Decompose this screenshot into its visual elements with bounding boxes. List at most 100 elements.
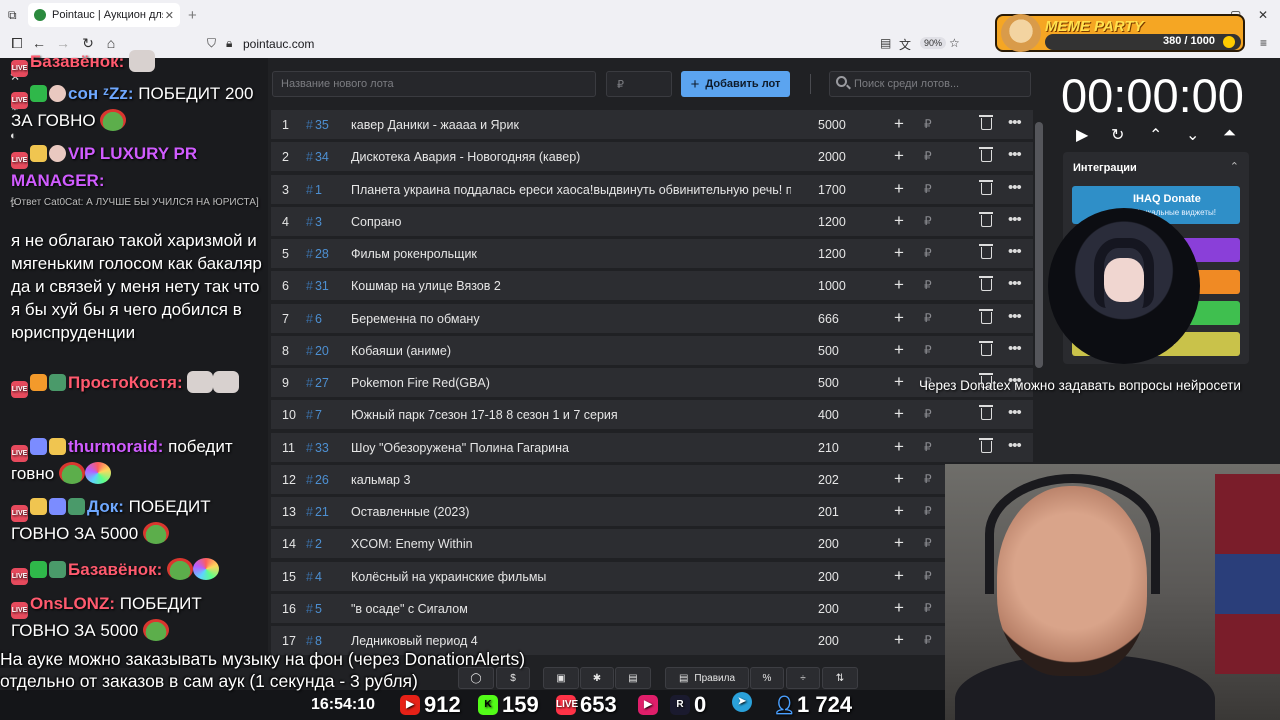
lot-search-input[interactable]: Поиск среди лотов... bbox=[829, 71, 1031, 97]
shield-icon[interactable]: ⛉ bbox=[207, 36, 216, 51]
collapse-chevron-icon[interactable]: ⌃ bbox=[1230, 160, 1239, 173]
new-tab-button[interactable]: + bbox=[188, 7, 197, 24]
ruble-icon[interactable]: ₽ bbox=[924, 601, 932, 615]
lot-id[interactable]: 8 bbox=[306, 634, 322, 648]
add-amount-icon[interactable]: + bbox=[894, 243, 904, 263]
lot-id[interactable]: 2 bbox=[306, 537, 322, 551]
delete-icon[interactable] bbox=[979, 405, 993, 420]
ruble-icon[interactable]: ₽ bbox=[924, 311, 932, 325]
lot-name[interactable]: Шоу "Обезоружена" Полина Гагарина bbox=[351, 441, 791, 455]
lot-name[interactable]: Планета украина поддалась ереси хаоса!вы… bbox=[351, 183, 791, 197]
ruble-icon[interactable]: ₽ bbox=[924, 278, 932, 292]
add-time-button[interactable]: ⌃ bbox=[1149, 125, 1162, 145]
ruble-icon[interactable]: ₽ bbox=[924, 569, 932, 583]
lot-name[interactable]: кавер Даники - жаааа и Ярик bbox=[351, 118, 791, 132]
lot-row[interactable]: 1 35 кавер Даники - жаааа и Ярик 5000 + ₽ ••• bbox=[271, 110, 1033, 139]
lot-name[interactable]: Южный парк 7сезон 17-18 8 сезон 1 и 7 се… bbox=[351, 408, 791, 422]
lot-row[interactable]: 4 3 Сопрано 1200 + ₽ ••• bbox=[271, 207, 1033, 236]
percent-button[interactable]: % bbox=[750, 667, 784, 689]
ruble-icon[interactable]: ₽ bbox=[924, 149, 932, 163]
new-lot-price-input[interactable]: ₽ bbox=[606, 71, 672, 97]
lot-name[interactable]: Оставленные (2023) bbox=[351, 505, 791, 519]
back-button[interactable]: ← bbox=[31, 35, 47, 51]
lot-row[interactable]: 1226кальмар 3202+₽••• bbox=[271, 465, 1033, 494]
lot-row[interactable]: 6 31 Кошмар на улице Вязов 2 1000 + ₽ ••• bbox=[271, 271, 1033, 300]
lot-id[interactable]: 1 bbox=[306, 183, 322, 197]
add-amount-icon[interactable]: + bbox=[894, 598, 904, 618]
new-lot-input[interactable]: Название нового лота bbox=[272, 71, 596, 97]
lot-row[interactable]: 1321Оставленные (2023)201+₽••• bbox=[271, 497, 1033, 526]
more-options-icon[interactable]: ••• bbox=[1008, 437, 1022, 454]
address-bar[interactable]: pointauc.com bbox=[243, 37, 314, 51]
add-lot-button[interactable]: + Добавить лот bbox=[681, 71, 790, 97]
delete-icon[interactable] bbox=[979, 438, 993, 453]
more-options-icon[interactable]: ••• bbox=[1008, 211, 1022, 228]
add-amount-icon[interactable]: + bbox=[894, 437, 904, 457]
lots-scrollbar[interactable] bbox=[1035, 122, 1043, 368]
menu-icon[interactable]: ≡ bbox=[1260, 36, 1267, 50]
lot-id[interactable]: 31 bbox=[306, 279, 329, 293]
double-time-button[interactable]: ⏶ bbox=[1223, 125, 1236, 143]
delete-icon[interactable] bbox=[979, 341, 993, 356]
reader-mode-icon[interactable]: ▤ bbox=[880, 36, 891, 50]
lot-name[interactable]: Pokemon Fire Red(GBA) bbox=[351, 376, 791, 390]
add-amount-icon[interactable]: + bbox=[894, 501, 904, 521]
ruble-icon[interactable]: ₽ bbox=[924, 117, 932, 131]
lot-name[interactable]: Фильм рокенрольщик bbox=[351, 247, 791, 261]
ruble-icon[interactable]: ₽ bbox=[924, 633, 932, 647]
reset-timer-button[interactable]: ↻ bbox=[1111, 125, 1124, 145]
more-options-icon[interactable]: ••• bbox=[1008, 146, 1022, 163]
lot-id[interactable]: 26 bbox=[306, 473, 329, 487]
add-amount-icon[interactable]: + bbox=[894, 114, 904, 134]
home-button[interactable]: ⌂ bbox=[103, 35, 119, 51]
lot-id[interactable]: 34 bbox=[306, 150, 329, 164]
ruble-icon[interactable]: ₽ bbox=[924, 440, 932, 454]
tab-list-icon[interactable]: ⧉ bbox=[8, 8, 17, 23]
forward-button[interactable]: → bbox=[55, 35, 71, 51]
add-amount-icon[interactable]: + bbox=[894, 211, 904, 231]
lot-row[interactable]: 2 34 Дискотека Авария - Новогодняя (кавер)… bbox=[271, 142, 1033, 171]
more-options-icon[interactable]: ••• bbox=[1008, 340, 1022, 357]
more-options-icon[interactable]: ••• bbox=[1008, 404, 1022, 421]
lot-row[interactable]: 165"в осаде" с Сигалом200+₽••• bbox=[271, 594, 1033, 623]
add-amount-icon[interactable]: + bbox=[894, 372, 904, 392]
lot-row[interactable]: 10 7 Южный парк 7сезон 17-18 8 сезон 1 и 7… bbox=[271, 400, 1033, 429]
ruble-icon[interactable]: ₽ bbox=[924, 472, 932, 486]
add-amount-icon[interactable]: + bbox=[894, 308, 904, 328]
lock-icon[interactable]: 🔒︎ bbox=[226, 36, 232, 51]
ruble-icon[interactable]: ₽ bbox=[924, 504, 932, 518]
lot-id[interactable]: 35 bbox=[306, 118, 329, 132]
lot-name[interactable]: XCOM: Enemy Within bbox=[351, 537, 791, 551]
translate-icon[interactable]: 文 bbox=[899, 36, 911, 53]
close-tab-icon[interactable]: ✕ bbox=[165, 9, 174, 22]
save-button[interactable]: ▣ bbox=[543, 667, 579, 689]
ruble-icon[interactable]: ₽ bbox=[924, 343, 932, 357]
delete-icon[interactable] bbox=[979, 244, 993, 259]
lot-name[interactable]: "в осаде" с Сигалом bbox=[351, 602, 791, 616]
donate-button[interactable]: $ bbox=[496, 667, 530, 689]
delete-icon[interactable] bbox=[979, 147, 993, 162]
lot-name[interactable]: Кобаяши (аниме) bbox=[351, 344, 791, 358]
lot-id[interactable]: 33 bbox=[306, 441, 329, 455]
lot-row[interactable]: 7 6 Беременна по обману 666 + ₽ ••• bbox=[271, 304, 1033, 333]
lot-row[interactable]: 3 1 Планета украина поддалась ереси хаоса!… bbox=[271, 175, 1033, 204]
add-amount-icon[interactable]: + bbox=[894, 340, 904, 360]
bookmark-star-icon[interactable]: ☆ bbox=[949, 36, 960, 50]
lot-name[interactable]: Ледниковый период 4 bbox=[351, 634, 791, 648]
lot-id[interactable]: 7 bbox=[306, 408, 322, 422]
delete-icon[interactable] bbox=[979, 276, 993, 291]
lot-id[interactable]: 21 bbox=[306, 505, 329, 519]
ruble-icon[interactable]: ₽ bbox=[924, 182, 932, 196]
lot-name[interactable]: Дискотека Авария - Новогодняя (кавер) bbox=[351, 150, 791, 164]
more-options-icon[interactable]: ••• bbox=[1008, 243, 1022, 260]
add-amount-icon[interactable]: + bbox=[894, 533, 904, 553]
github-button[interactable]: ◯ bbox=[458, 667, 494, 689]
lot-name[interactable]: Колёсный на украинские фильмы bbox=[351, 570, 791, 584]
sort-button[interactable]: ⇅ bbox=[822, 667, 858, 689]
lot-id[interactable]: 4 bbox=[306, 570, 322, 584]
lot-id[interactable]: 28 bbox=[306, 247, 329, 261]
delete-icon[interactable] bbox=[979, 180, 993, 195]
split-button[interactable]: ÷ bbox=[786, 667, 820, 689]
add-amount-icon[interactable]: + bbox=[894, 179, 904, 199]
lot-name[interactable]: Беременна по обману bbox=[351, 312, 791, 326]
